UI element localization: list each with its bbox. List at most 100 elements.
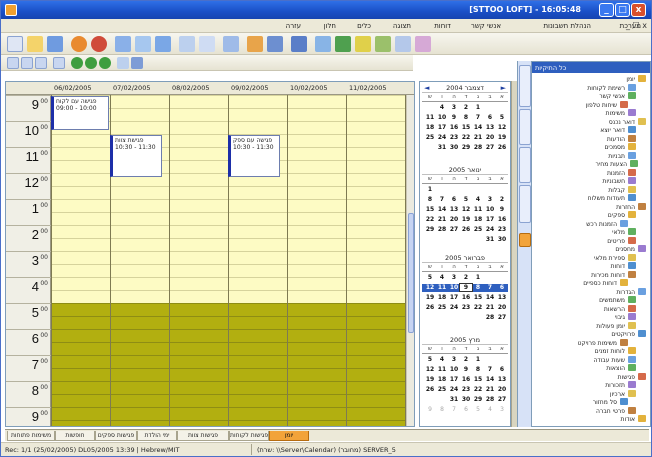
menu-item[interactable]: חלון xyxy=(324,22,336,30)
mini-day[interactable]: 17 xyxy=(448,294,460,301)
menu-item[interactable]: אנשי קשר xyxy=(471,22,501,30)
mini-day[interactable]: 18 xyxy=(436,294,448,301)
mini-day[interactable]: 20 xyxy=(496,304,508,311)
goto-date-icon[interactable] xyxy=(117,57,129,69)
mini-week-row[interactable]: 30 31 xyxy=(422,236,508,244)
mini-day[interactable]: 8 xyxy=(424,196,436,203)
day-view-icon[interactable] xyxy=(7,57,19,69)
side-tab[interactable] xyxy=(519,185,531,223)
mini-day[interactable]: 17 xyxy=(436,124,448,131)
menu-item[interactable]: הנהלת חשבונות xyxy=(543,22,591,30)
side-tab[interactable] xyxy=(519,147,531,183)
mini-day[interactable]: 16 xyxy=(460,294,472,301)
mini-day[interactable]: 15 xyxy=(472,294,484,301)
mini-day[interactable]: 27 xyxy=(496,314,508,321)
mini-day[interactable]: 2 xyxy=(460,274,472,281)
close-button[interactable]: x xyxy=(631,3,646,17)
next-month-arrow-icon[interactable]: ► xyxy=(501,84,506,92)
mini-day[interactable]: 5 xyxy=(472,406,484,413)
mini-week-row[interactable]: 20 21 22 23 24 25 26 xyxy=(422,386,508,394)
mini-day[interactable]: 7 xyxy=(484,366,496,373)
appointment[interactable]: פגישת צוות 10:30 - 11:30 xyxy=(110,135,162,177)
user-icon[interactable] xyxy=(291,36,307,52)
mini-day[interactable]: 8 xyxy=(436,406,448,413)
mini-day[interactable]: 12 xyxy=(424,366,436,373)
refresh-icon[interactable] xyxy=(71,36,87,52)
mini-day[interactable]: 11 xyxy=(436,366,448,373)
mini-day[interactable]: 10 xyxy=(484,206,496,213)
mini-day[interactable]: 28 xyxy=(484,314,496,321)
mini-day[interactable]: 9 xyxy=(459,283,473,292)
mini-day[interactable]: 4 xyxy=(436,356,448,363)
mini-day[interactable]: 28 xyxy=(472,144,484,151)
help-icon[interactable] xyxy=(415,36,431,52)
calendar-tab[interactable]: משימות פתוחות xyxy=(7,431,55,441)
mini-day[interactable]: 27 xyxy=(448,226,460,233)
mini-day[interactable]: 7 xyxy=(484,284,496,291)
mini-day[interactable]: 15 xyxy=(460,124,472,131)
calendar-tab[interactable]: ימי הולדת xyxy=(137,431,177,441)
mini-day[interactable]: 12 xyxy=(460,206,472,213)
maximize-button[interactable]: □ xyxy=(615,3,630,17)
mini-day[interactable]: 19 xyxy=(460,216,472,223)
mini-day[interactable]: 15 xyxy=(424,206,436,213)
mini-week-row[interactable]: 19 20 21 22 23 24 25 xyxy=(422,134,508,142)
mini-day[interactable]: 30 xyxy=(496,236,508,243)
vertical-scrollbar[interactable] xyxy=(406,95,414,426)
mini-day[interactable]: 17 xyxy=(448,376,460,383)
mini-day[interactable]: 23 xyxy=(496,226,508,233)
print-calendar-icon[interactable] xyxy=(131,57,143,69)
menu-item[interactable]: כלים xyxy=(357,22,371,30)
mini-day[interactable]: 16 xyxy=(460,376,472,383)
find-icon[interactable] xyxy=(223,36,239,52)
mini-day[interactable]: 28 xyxy=(436,226,448,233)
mini-day[interactable]: 22 xyxy=(472,304,484,311)
mini-day[interactable]: 29 xyxy=(424,226,436,233)
mini-day[interactable]: 29 xyxy=(460,144,472,151)
mini-day[interactable]: 27 xyxy=(484,144,496,151)
mini-day[interactable]: 14 xyxy=(472,124,484,131)
mini-week-row[interactable]: 23 24 25 26 27 28 29 xyxy=(422,226,508,234)
paste-icon[interactable] xyxy=(155,36,171,52)
mini-week-row[interactable]: 13 14 15 16 17 18 19 xyxy=(422,294,508,302)
open-folder-icon[interactable] xyxy=(27,36,43,52)
forward-icon[interactable] xyxy=(99,57,111,69)
side-tab[interactable] xyxy=(519,109,531,145)
mini-week-row[interactable]: 3456789 xyxy=(422,406,508,414)
mini-day[interactable]: 25 xyxy=(436,386,448,393)
back-icon[interactable] xyxy=(71,57,83,69)
mini-day[interactable]: 14 xyxy=(484,376,496,383)
mini-day[interactable]: 1 xyxy=(472,274,484,281)
mini-week-row[interactable]: 13 14 15 16 17 18 19 xyxy=(422,376,508,384)
mini-day[interactable]: 4 xyxy=(484,406,496,413)
mini-day[interactable]: 24 xyxy=(448,304,460,311)
mini-week-row[interactable]: 1 xyxy=(422,186,508,194)
mini-day[interactable]: 16 xyxy=(496,216,508,223)
mini-day[interactable]: 8 xyxy=(472,366,484,373)
mini-day[interactable]: 8 xyxy=(472,284,484,291)
mini-day[interactable]: 30 xyxy=(460,396,472,403)
calendar-grid[interactable]: פגישה עם לקוח 09:00 - 10:00 פגישת צוות 1… xyxy=(51,95,406,426)
mini-week-row[interactable]: 20 21 22 23 24 25 26 xyxy=(422,304,508,312)
mini-day[interactable]: 13 xyxy=(496,376,508,383)
mini-day[interactable]: 3 xyxy=(448,356,460,363)
mini-day[interactable]: 15 xyxy=(472,376,484,383)
mini-day[interactable]: 18 xyxy=(472,216,484,223)
mini-day[interactable]: 3 xyxy=(448,104,460,111)
tree-item[interactable]: אודות xyxy=(621,415,646,424)
mini-day[interactable]: 3 xyxy=(448,274,460,281)
mini-day[interactable]: 6 xyxy=(448,196,460,203)
mini-day[interactable]: 6 xyxy=(496,366,508,373)
mini-day[interactable]: 26 xyxy=(424,304,436,311)
mini-day[interactable]: 18 xyxy=(424,124,436,131)
mini-day[interactable]: 9 xyxy=(448,114,460,121)
mini-day[interactable]: 13 xyxy=(496,294,508,301)
mini-day[interactable]: 10 xyxy=(436,114,448,121)
mini-day[interactable]: 16 xyxy=(448,124,460,131)
mini-day[interactable]: 5 xyxy=(460,196,472,203)
mini-day[interactable]: 2 xyxy=(460,104,472,111)
stop-icon[interactable] xyxy=(91,36,107,52)
mini-day[interactable]: 6 xyxy=(484,114,496,121)
mini-week-row[interactable]: 12345 xyxy=(422,356,508,364)
mini-day[interactable]: 23 xyxy=(460,386,472,393)
